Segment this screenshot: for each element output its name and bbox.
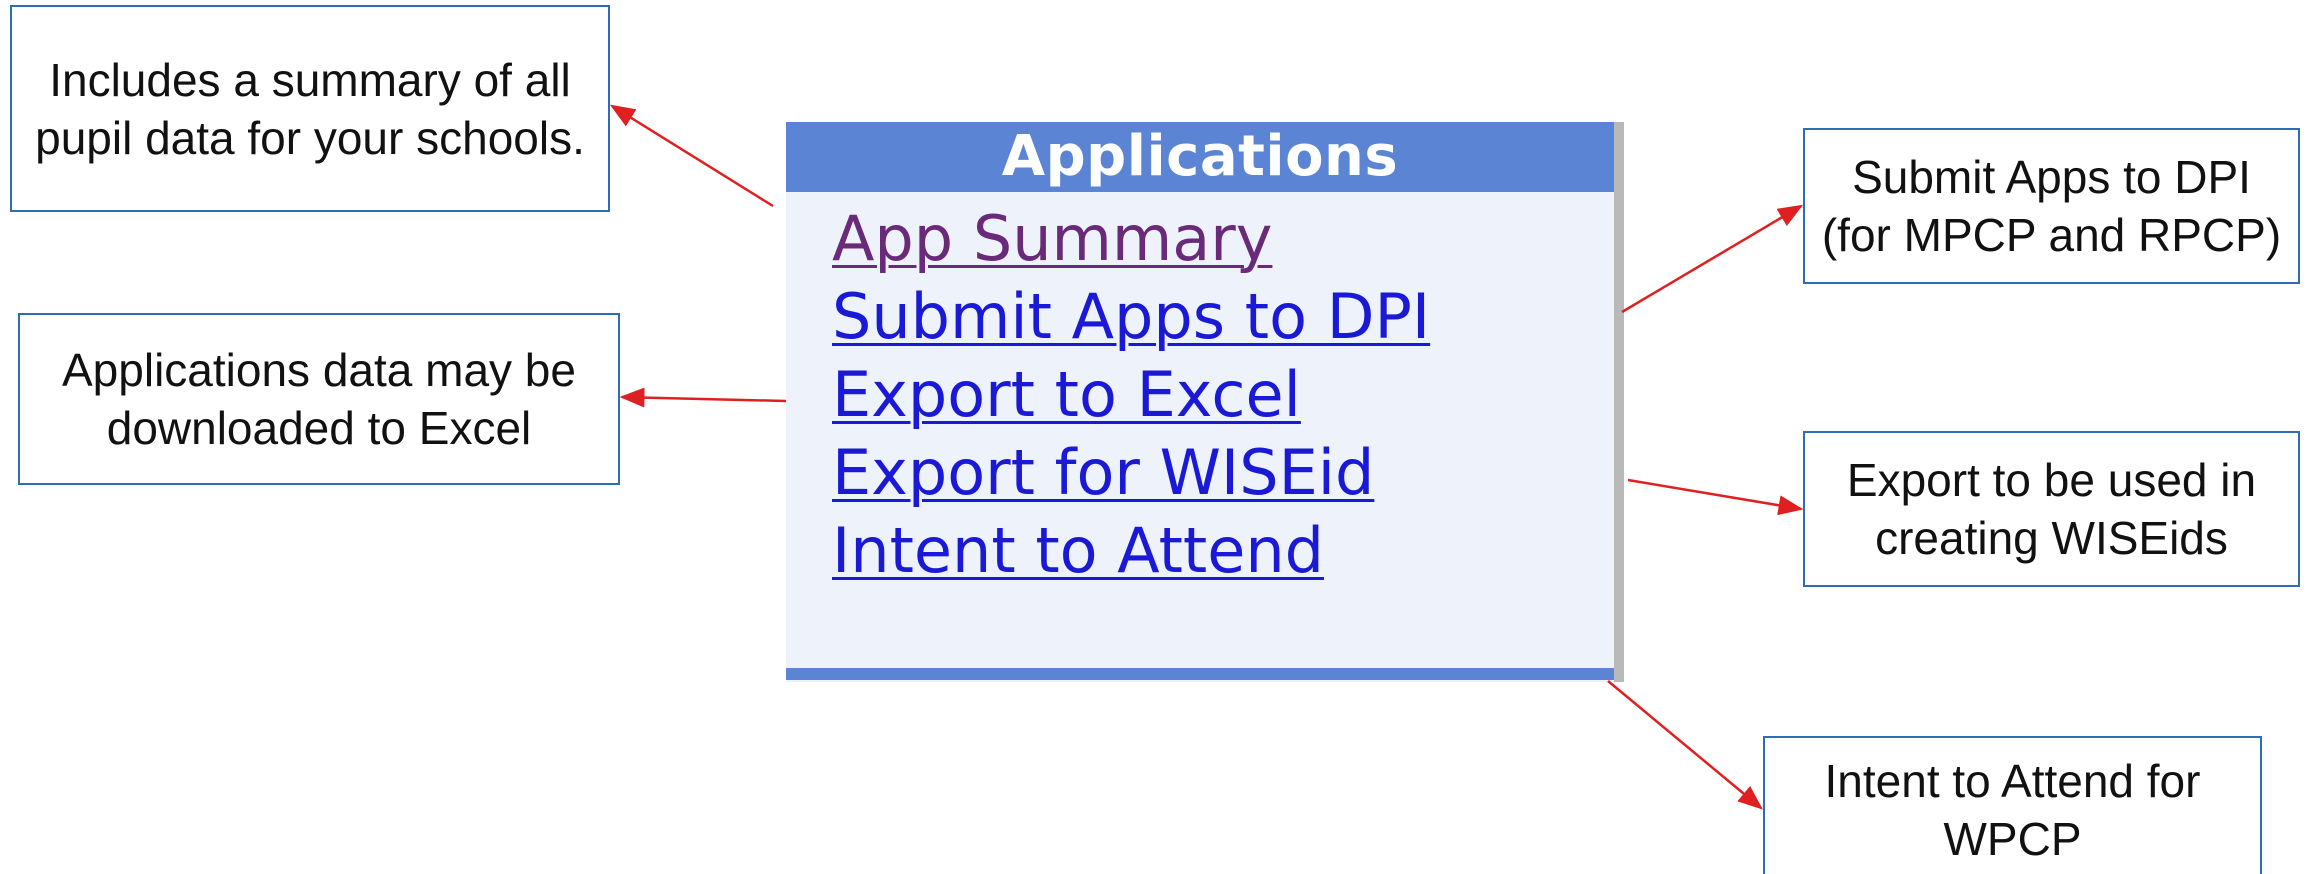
menu-item-intent: Intent to Attend [832,512,1430,590]
arrow-to-wiseid-callout [1627,478,1804,516]
arrow-to-submit-callout [1621,204,1804,314]
callout-intent-to-attend: Intent to Attend for WPCP [1763,736,2262,874]
annotated-screenshot: Applications App Summary Submit Apps to … [0,0,2312,874]
export-for-wiseid-link[interactable]: Export for WISEid [832,436,1374,509]
callout-export-excel: Applications data may be downloaded to E… [18,313,620,485]
callout-intent-to-attend-text: Intent to Attend for WPCP [1824,755,2201,865]
menu-item-export-excel: Export to Excel [832,356,1430,434]
panel-footer-bar [786,668,1614,680]
callout-export-excel-text: Applications data may be downloaded to E… [62,344,576,454]
panel-shadow [1614,122,1624,682]
callout-export-wiseid: Export to be used in creating WISEids [1803,431,2300,587]
export-to-excel-link[interactable]: Export to Excel [832,358,1301,431]
arrow-to-intent-callout [1607,680,1763,810]
callout-submit-apps-text: Submit Apps to DPI (for MPCP and RPCP) [1821,151,2282,261]
callout-submit-apps: Submit Apps to DPI (for MPCP and RPCP) [1803,128,2300,284]
arrow-to-summary-callout [609,104,774,208]
menu-item-submit-apps: Submit Apps to DPI [832,278,1430,356]
callout-app-summary: Includes a summary of all pupil data for… [10,5,610,212]
callout-app-summary-text: Includes a summary of all pupil data for… [35,53,585,164]
callout-export-wiseid-text: Export to be used in creating WISEids [1846,454,2257,564]
arrow-to-excel-callout [619,387,787,408]
intent-to-attend-link[interactable]: Intent to Attend [832,514,1324,587]
menu-item-export-wiseid: Export for WISEid [832,434,1430,512]
menu-item-app-summary: App Summary [832,200,1430,278]
panel-title: Applications [786,122,1614,192]
applications-menu: App Summary Submit Apps to DPI Export to… [832,200,1430,590]
app-summary-link[interactable]: App Summary [832,202,1272,275]
submit-apps-to-dpi-link[interactable]: Submit Apps to DPI [832,280,1430,353]
applications-panel: Applications App Summary Submit Apps to … [786,122,1619,682]
